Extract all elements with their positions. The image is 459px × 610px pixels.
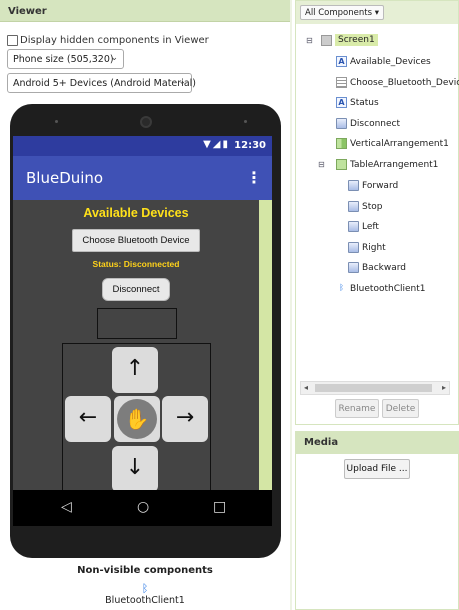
button-icon [336,118,347,129]
theme-value: Android 5+ Devices (Android Material) [13,78,196,89]
table-arrangement-icon [336,159,347,170]
vertical-arrangement-icon [336,138,347,149]
hand-icon: ✋ [117,399,157,439]
chevron-down-icon: ⌄ [110,53,118,63]
bluetooth-icon: ᛒ [141,582,149,595]
hidden-components-checkbox[interactable] [7,34,18,46]
caret-down-icon: ▾ [374,8,380,18]
tree-item-label: VerticalArrangement1 [350,138,449,149]
tree-item-left[interactable]: Left [348,221,379,232]
button-icon [348,201,359,212]
tree-item-label: Backward [362,262,406,273]
status-icons: ▼◢▮ [203,139,230,150]
back-nav-icon[interactable]: ◁ [61,499,72,515]
viewer-panel: Viewer Display hidden components in View… [0,0,290,610]
list-picker-icon [336,77,347,88]
button-icon [348,221,359,232]
tree-item-vertical-arrangement[interactable]: VerticalArrangement1 [336,138,449,149]
tree-item-screen1[interactable]: Screen1 [321,34,378,46]
button-icon [348,242,359,253]
button-icon [348,262,359,273]
components-panel: All Components ▾ ⊟ Screen1 A Available_D… [295,0,459,425]
disconnect-button[interactable]: Disconnect [102,278,170,301]
all-components-dropdown[interactable]: All Components ▾ [300,5,385,20]
tree-item-label: Left [362,221,379,232]
hidden-components-toggle[interactable]: Display hidden components in Viewer [7,33,209,47]
tree-item-stop[interactable]: Stop [348,201,382,212]
tree-item-backward[interactable]: Backward [348,262,406,273]
media-title: Media [296,432,458,454]
tree-item-label: Screen1 [335,34,378,46]
all-components-label: All Components [305,8,373,18]
tree-item-label: Disconnect [350,118,400,129]
status-label[interactable]: Status: Disconnected [13,259,259,269]
right-button[interactable]: → [162,396,208,442]
tree-item-label: Available_Devices [350,56,431,67]
label-icon: A [336,56,347,67]
forward-button[interactable]: ↑ [112,347,158,393]
tree-item-label: Right [362,242,386,253]
phone-screen: ▼◢▮ 12:30 BlueDuino ⋮ Available Devices … [13,136,272,526]
phone-sensor-dot [244,120,247,123]
button-icon [348,180,359,191]
theme-select[interactable]: Android 5+ Devices (Android Material) ⌄ [7,73,196,93]
choose-bluetooth-device-button[interactable]: Choose Bluetooth Device [72,229,200,252]
bluetooth-client-label: BluetoothClient1 [105,595,185,606]
status-time: 12:30 [234,140,266,151]
phone-sensor-dot [55,120,58,123]
collapse-screen-icon[interactable]: ⊟ [306,36,313,45]
tree-item-forward[interactable]: Forward [348,180,398,191]
phone-camera [140,116,152,128]
non-visible-components-title: Non-visible components [77,565,213,576]
android-nav-bar: ◁ ○ □ [13,490,272,526]
tree-item-available-devices[interactable]: A Available_Devices [336,56,431,67]
components-header: All Components ▾ [296,1,458,24]
tree-item-bluetooth-client[interactable]: ᛒ BluetoothClient1 [336,283,425,294]
chevron-down-icon: ⌄ [178,77,186,87]
overflow-menu-icon[interactable]: ⋮ [246,168,262,187]
scroll-right-icon[interactable]: ▸ [442,383,446,392]
home-nav-icon[interactable]: ○ [137,499,149,515]
rename-button[interactable]: Rename [335,399,379,418]
tree-item-label: Choose_Bluetooth_Device [350,77,459,88]
tree-item-table-arrangement[interactable]: TableArrangement1 [336,159,438,170]
viewer-title: Viewer [0,0,290,22]
tree-item-label: BluetoothClient1 [350,283,426,294]
collapse-table-icon[interactable]: ⊟ [318,160,325,169]
tree-item-right[interactable]: Right [348,242,386,253]
app-title: BlueDuino [26,169,104,187]
tree-item-label: Status [350,97,379,108]
label-icon: A [336,97,347,108]
panel-divider [290,0,292,610]
tree-item-disconnect[interactable]: Disconnect [336,118,400,129]
scrollbar-thumb[interactable] [315,384,432,392]
phone-size-select[interactable]: Phone size (505,320) ⌄ [7,49,124,69]
backward-button[interactable]: ↓ [112,446,158,492]
delete-button[interactable]: Delete [382,399,419,418]
app-title-bar: BlueDuino ⋮ [13,156,272,200]
tree-item-label: Forward [362,180,399,191]
stop-button[interactable]: ✋ [114,396,160,442]
screen-icon [321,34,332,46]
non-visible-bluetooth-client[interactable]: ᛒ BluetoothClient1 [0,582,290,606]
hidden-components-label: Display hidden components in Viewer [20,34,209,46]
upload-file-button[interactable]: Upload File ... [344,459,410,479]
recent-apps-icon[interactable]: □ [213,499,226,515]
phone-status-bar: ▼◢▮ 12:30 [13,136,272,156]
tree-item-choose-bluetooth-device[interactable]: Choose_Bluetooth_Device [336,77,459,88]
vertical-arrangement[interactable] [97,308,177,339]
table-arrangement[interactable]: ↑ ← ✋ → ↓ [62,343,211,503]
screen-scroll-strip [259,200,272,490]
left-button[interactable]: ← [65,396,111,442]
tree-item-status[interactable]: A Status [336,97,379,108]
media-panel: Media Upload File ... [295,431,459,610]
tree-item-label: TableArrangement1 [350,159,439,170]
components-horizontal-scrollbar[interactable]: ◂ ▸ [300,381,450,395]
available-devices-label[interactable]: Available Devices [13,206,259,220]
phone-size-value: Phone size (505,320) [13,54,114,65]
tree-item-label: Stop [362,201,383,212]
bluetooth-icon: ᛒ [339,283,344,292]
scroll-left-icon[interactable]: ◂ [304,383,308,392]
app-content: Available Devices Choose Bluetooth Devic… [13,200,272,503]
